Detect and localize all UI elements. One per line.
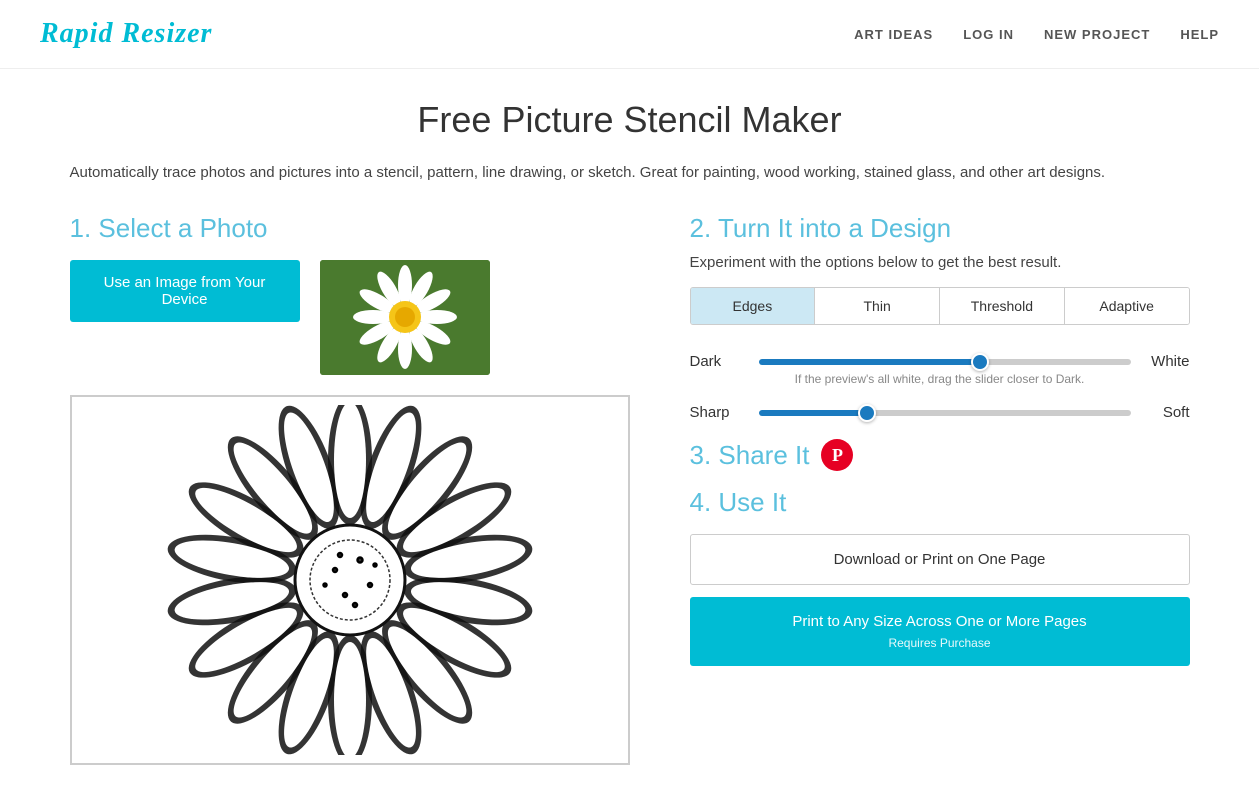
tab-edges[interactable]: Edges	[691, 288, 816, 324]
navbar: Rapid Resizer ART IDEAS LOG IN NEW PROJE…	[0, 0, 1259, 69]
print-button[interactable]: Print to Any Size Across One or More Pag…	[690, 597, 1190, 666]
slider-hint: If the preview's all white, drag the sli…	[690, 372, 1190, 386]
soft-label: Soft	[1145, 404, 1190, 421]
share-section: 3. Share It P	[690, 439, 1190, 471]
print-btn-main: Print to Any Size Across One or More Pag…	[792, 613, 1086, 630]
tab-threshold[interactable]: Threshold	[940, 288, 1065, 324]
nav-log-in[interactable]: LOG IN	[963, 27, 1014, 42]
photo-thumbnail	[320, 260, 490, 375]
nav-help[interactable]: HELP	[1180, 27, 1219, 42]
dark-label: Dark	[690, 353, 745, 370]
sharp-soft-group: Sharp Soft	[690, 404, 1190, 421]
select-photo-title: 1. Select a Photo	[70, 213, 650, 244]
tab-adaptive[interactable]: Adaptive	[1065, 288, 1189, 324]
dark-white-group: Dark White If the preview's all white, d…	[690, 353, 1190, 386]
experiment-text: Experiment with the options below to get…	[690, 254, 1190, 271]
two-columns: 1. Select a Photo Use an Image from Your…	[70, 213, 1190, 765]
upload-button[interactable]: Use an Image from Your Device	[70, 260, 300, 322]
dark-white-row: Dark White	[690, 353, 1190, 370]
sharp-soft-slider[interactable]	[759, 410, 1131, 416]
photo-area: Use an Image from Your Device	[70, 260, 650, 375]
page-title: Free Picture Stencil Maker	[70, 99, 1190, 141]
white-label: White	[1145, 353, 1190, 370]
sharp-label: Sharp	[690, 404, 745, 421]
left-column: 1. Select a Photo Use an Image from Your…	[70, 213, 650, 765]
thumbnail-svg	[320, 260, 490, 375]
pinterest-button[interactable]: P	[821, 439, 853, 471]
design-title: 2. Turn It into a Design	[690, 213, 1190, 244]
design-tabs: Edges Thin Threshold Adaptive	[690, 287, 1190, 325]
share-title-text: 3. Share It	[690, 440, 810, 471]
nav-art-ideas[interactable]: ART IDEAS	[854, 27, 933, 42]
use-title: 4. Use It	[690, 487, 1190, 518]
main-content: Free Picture Stencil Maker Automatically…	[30, 69, 1230, 795]
dark-white-slider[interactable]	[759, 359, 1131, 365]
stencil-svg	[90, 405, 610, 755]
tab-thin[interactable]: Thin	[815, 288, 940, 324]
nav-new-project[interactable]: NEW PROJECT	[1044, 27, 1150, 42]
logo[interactable]: Rapid Resizer	[40, 18, 212, 50]
download-button[interactable]: Download or Print on One Page	[690, 534, 1190, 585]
print-btn-sub: Requires Purchase	[706, 634, 1174, 652]
stencil-preview	[70, 395, 630, 765]
nav-links: ART IDEAS LOG IN NEW PROJECT HELP	[854, 27, 1219, 42]
right-column: 2. Turn It into a Design Experiment with…	[690, 213, 1190, 666]
subtitle: Automatically trace photos and pictures …	[70, 161, 1190, 185]
sharp-soft-row: Sharp Soft	[690, 404, 1190, 421]
